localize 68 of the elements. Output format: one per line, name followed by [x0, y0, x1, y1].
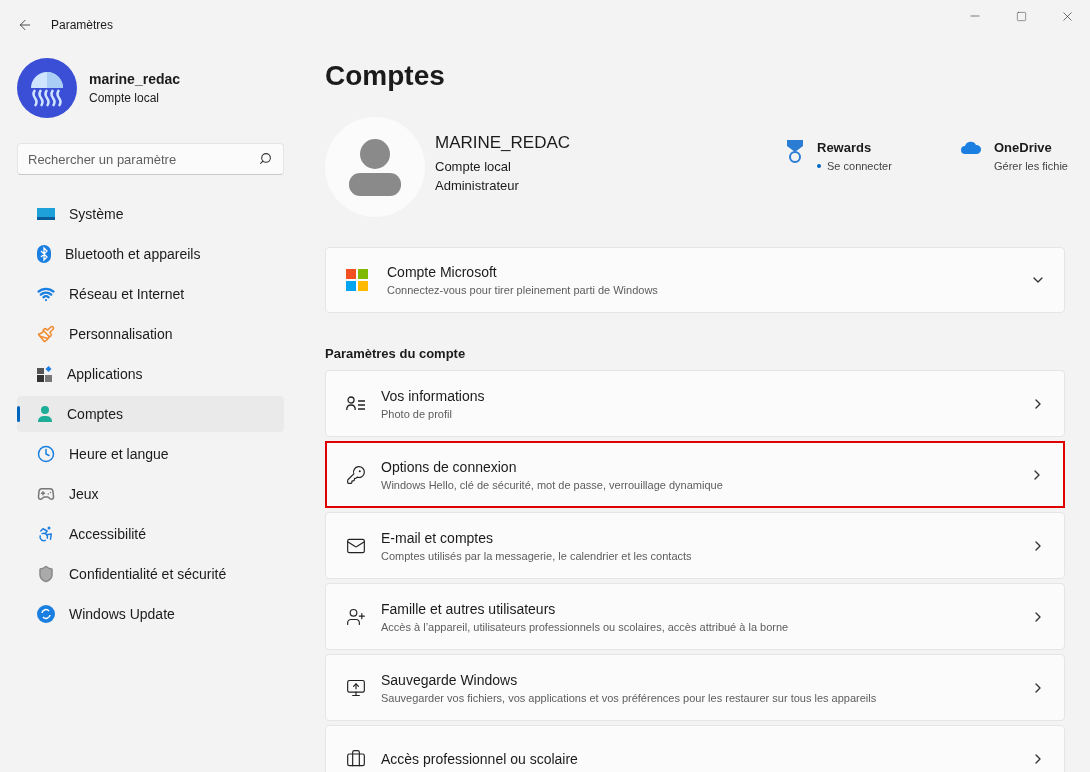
cloud-icon: [960, 140, 982, 154]
person-icon: [37, 406, 53, 422]
briefcase-icon: [346, 748, 366, 769]
service-link[interactable]: Gérer les fichie: [994, 160, 1068, 172]
settings-card[interactable]: Sauvegarde Windows Sauvegarder vos fichiers, vos applications et vos préférences pour les restaurer sur tous les appareils: [325, 654, 1065, 721]
window-title: Paramètres: [51, 18, 114, 32]
profile-detail: Administrateur: [435, 178, 520, 193]
update-icon: [37, 605, 55, 623]
card-title: Options de connexion: [381, 458, 518, 475]
accessibility-icon: [37, 525, 55, 543]
search-field[interactable]: Rechercher un paramètre: [17, 143, 284, 175]
settings-card[interactable]: Options de connexion Windows Hello, clé de sécurité, mot de passe, verrouillage dynamique: [325, 441, 1065, 508]
settings-card[interactable]: Famille et autres utilisateurs Accès à l’appareil, utilisateurs professionnels ou scolaires, accès attribué à la borne: [325, 583, 1065, 650]
back-button[interactable]: [17, 17, 33, 33]
profile-detail: Compte local: [435, 159, 512, 174]
account-type: Compte local: [89, 91, 161, 105]
sidebar-item[interactable]: Heure et langue: [17, 436, 284, 472]
search-icon: [259, 152, 272, 165]
gamepad-icon: [37, 485, 55, 503]
sidebar-item[interactable]: Bluetooth et appareils: [17, 236, 284, 272]
card-description: Windows Hello, clé de sécurité, mot de passe, verrouillage dynamique: [381, 478, 724, 491]
settings-card[interactable]: Vos informations Photo de profil: [325, 370, 1065, 437]
wifi-icon: [37, 285, 55, 303]
bluetooth-icon: [37, 245, 51, 263]
apps-icon: [37, 366, 53, 382]
card-description: Accès à l’appareil, utilisateurs professionnels ou scolaires, accès attribué à la borne: [381, 620, 790, 633]
sidebar-item[interactable]: Confidentialité et sécurité: [17, 556, 284, 592]
person-silhouette-icon: [349, 138, 401, 196]
sidebar-item[interactable]: Windows Update: [17, 596, 284, 632]
brush-icon: [37, 325, 55, 343]
windows-logo-icon: [346, 269, 368, 291]
profile-list-icon: [346, 395, 366, 412]
sidebar-item[interactable]: Applications: [17, 356, 284, 392]
clock-icon: [37, 445, 55, 463]
add-user-icon: [346, 606, 366, 627]
settings-card[interactable]: Accès professionnel ou scolaire: [325, 725, 1065, 772]
card-description: Comptes utilisés par la messagerie, le calendrier et les contacts: [381, 549, 693, 562]
page-title: Comptes: [325, 59, 446, 93]
monitor-icon: [37, 207, 55, 221]
card-title: Famille et autres utilisateurs: [381, 600, 557, 617]
sidebar-item[interactable]: Comptes: [17, 396, 284, 432]
shield-icon: [37, 565, 55, 583]
card-title: Sauvegarde Windows: [381, 671, 519, 688]
profile-name: MARINE_REDAC: [435, 133, 572, 153]
service-title[interactable]: OneDrive: [994, 140, 1068, 155]
card-description: Connectez-vous pour tirer pleinement parti de Windows: [387, 284, 659, 296]
settings-card[interactable]: E-mail et comptes Comptes utilisés par la messagerie, le calendrier et les contacts: [325, 512, 1065, 579]
sidebar-item[interactable]: Accessibilité: [17, 516, 284, 552]
key-icon: [346, 464, 366, 485]
medal-icon: [785, 140, 805, 164]
sidebar-item[interactable]: Système: [17, 196, 284, 232]
service-link[interactable]: Se connecter: [817, 160, 892, 172]
backup-icon: [346, 677, 366, 698]
section-title: Paramètres du compte: [325, 346, 467, 361]
card-title: Accès professionnel ou scolaire: [381, 750, 579, 767]
sidebar-item[interactable]: Réseau et Internet: [17, 276, 284, 312]
user-name: marine_redac: [89, 71, 181, 87]
card-title: Vos informations: [381, 387, 486, 404]
card-description: Sauvegarder vos fichiers, vos applications et vos préférences pour les restaurer sur tous les appareils: [381, 691, 878, 704]
maximize-icon: [1015, 10, 1027, 22]
card-title: E-mail et comptes: [381, 529, 495, 546]
sidebar-item[interactable]: Personnalisation: [17, 316, 284, 352]
card-title: Compte Microsoft: [387, 264, 498, 280]
service-title[interactable]: Rewards: [817, 140, 892, 155]
sidebar-item[interactable]: Jeux: [17, 476, 284, 512]
microsoft-account-card[interactable]: Compte Microsoft Connectez-vous pour tirer pleinement parti de Windows: [325, 247, 1065, 313]
card-description: Photo de profil: [381, 407, 453, 420]
avatar-icon: [17, 58, 77, 118]
